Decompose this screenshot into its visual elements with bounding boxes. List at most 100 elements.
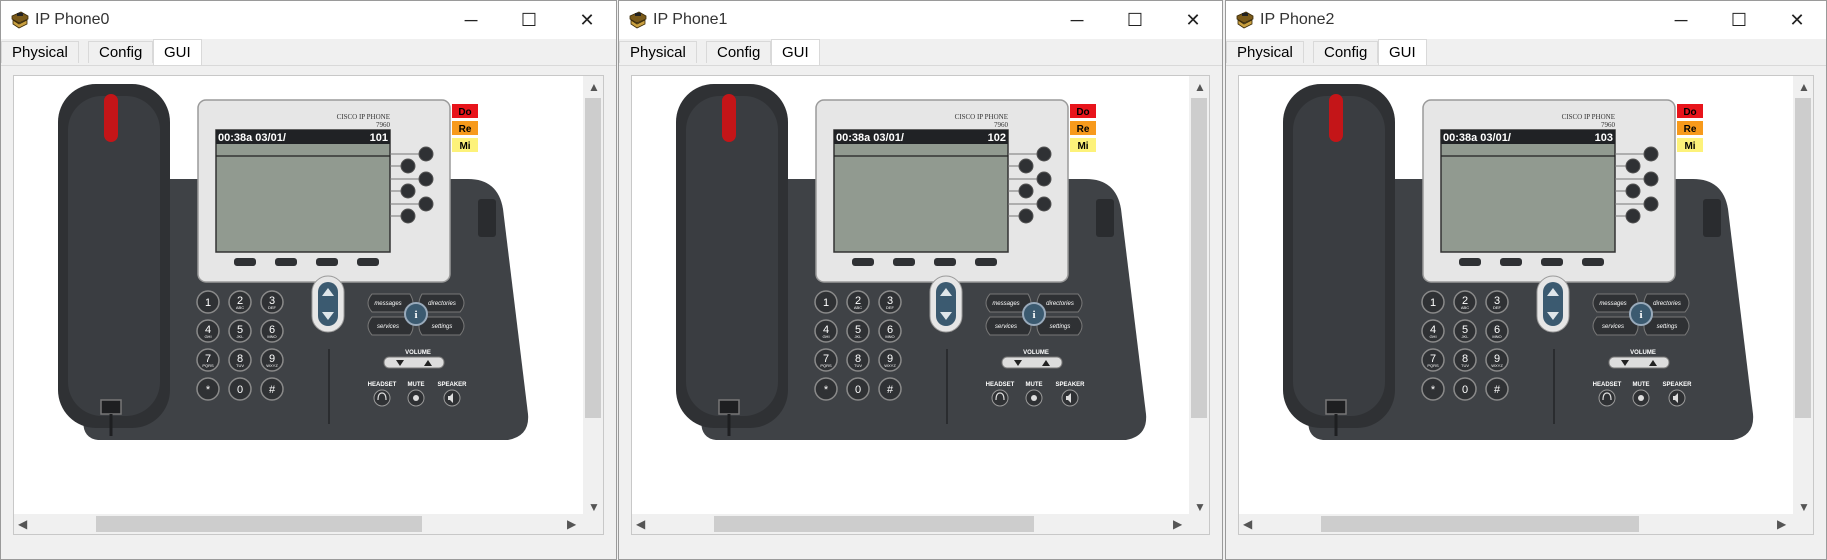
indicator-label: Do [458,107,471,118]
key-letters: MNO [267,334,276,339]
volume-label: VOLUME [405,350,431,356]
indicator-buttons[interactable]: Do Re Mi [1677,104,1703,152]
messages-button[interactable]: messages [374,301,401,307]
scroll-left-icon[interactable]: ◀ [636,517,645,531]
window-title: IP Phone1 [653,11,728,28]
indicator-buttons[interactable]: Do Re Mi [1070,104,1096,152]
scroll-up-icon[interactable]: ▲ [1194,80,1206,94]
directories-button[interactable]: directories [428,301,456,307]
lcd-time: 00:38a 03/01/ [1443,132,1511,144]
ip-phone: CISCO IP PHONE 7960 00:38a 03/01/ 101 Do… [58,84,529,440]
scroll-right-icon[interactable]: ▶ [1173,517,1182,531]
info-icon: i [414,309,417,321]
services-button[interactable]: services [377,324,399,330]
lcd-screen [833,129,1009,253]
tab-config[interactable]: Config [88,41,154,63]
tab-gui[interactable]: GUI [153,39,202,65]
gui-panel: CISCO IP PHONE 7960 00:38a 03/01/ 103 Do… [1238,75,1814,535]
lcd-screen [1440,129,1616,253]
horizontal-scroll-thumb[interactable] [96,516,422,532]
brand-label: CISCO IP PHONE [1562,113,1615,121]
key-letters: TUV [236,363,244,368]
close-button[interactable]: ✕ [558,1,616,39]
tab-gui[interactable]: GUI [1378,39,1427,65]
services-button[interactable]: services [1602,324,1624,330]
minimize-button[interactable]: ─ [442,1,500,39]
gui-panel: CISCO IP PHONE 7960 00:38a 03/01/ 101 Do… [13,75,604,535]
directories-button[interactable]: directories [1653,301,1681,307]
volume-label: VOLUME [1023,350,1049,356]
key-letters: MNO [885,334,894,339]
horizontal-scrollbar[interactable]: ◀ ▶ [632,514,1209,534]
indicator-buttons[interactable]: Do Re Mi [452,104,478,152]
scroll-up-icon[interactable]: ▲ [1798,80,1810,94]
vertical-scrollbar[interactable]: ▲ ▼ [583,76,603,514]
maximize-button[interactable]: ☐ [1710,1,1768,39]
nav-rocker[interactable] [929,275,963,333]
vertical-scroll-thumb[interactable] [1795,98,1811,418]
scroll-left-icon[interactable]: ◀ [1243,517,1252,531]
close-button[interactable]: ✕ [1768,1,1826,39]
tab-config[interactable]: Config [706,41,772,63]
scroll-left-icon[interactable]: ◀ [18,517,27,531]
scroll-down-icon[interactable]: ▼ [588,500,600,514]
vertical-scrollbar[interactable]: ▲ ▼ [1793,76,1813,514]
tab-strip: Physical Config GUI [1226,39,1826,66]
tab-physical[interactable]: Physical [1226,41,1304,63]
horizontal-scrollbar[interactable]: ◀ ▶ [14,514,603,534]
nav-rocker[interactable] [311,275,345,333]
directories-button[interactable]: directories [1046,301,1074,307]
scroll-right-icon[interactable]: ▶ [567,517,576,531]
vertical-scroll-thumb[interactable] [585,98,601,418]
ip-phone: CISCO IP PHONE 7960 00:38a 03/01/ 102 Do… [676,84,1147,440]
settings-button[interactable]: settings [432,324,453,330]
tab-physical[interactable]: Physical [1,41,79,63]
brand-label: CISCO IP PHONE [955,113,1008,121]
tab-config[interactable]: Config [1313,41,1379,63]
settings-button[interactable]: settings [1657,324,1678,330]
handset[interactable] [676,84,788,436]
horizontal-scroll-thumb[interactable] [714,516,1034,532]
handset[interactable] [58,84,170,436]
key-label: # [269,384,276,396]
volume-rocker[interactable] [1608,356,1670,369]
scroll-up-icon[interactable]: ▲ [588,80,600,94]
key-label: 0 [237,384,243,396]
scroll-down-icon[interactable]: ▼ [1194,500,1206,514]
key-label: 0 [1462,384,1468,396]
lcd-extension: 102 [988,132,1006,144]
lcd-time: 00:38a 03/01/ [218,132,286,144]
handset[interactable] [1283,84,1395,436]
scroll-down-icon[interactable]: ▼ [1798,500,1810,514]
key-letters: GHI [1429,334,1436,339]
horizontal-scrollbar[interactable]: ◀ ▶ [1239,514,1813,534]
minimize-button[interactable]: ─ [1048,1,1106,39]
maximize-button[interactable]: ☐ [1106,1,1164,39]
key-letters: ABC [236,305,244,310]
key-label: # [1494,384,1501,396]
messages-button[interactable]: messages [1599,301,1626,307]
indicator-label: Mi [459,141,470,152]
settings-button[interactable]: settings [1050,324,1071,330]
services-button[interactable]: services [995,324,1017,330]
minimize-button[interactable]: ─ [1652,1,1710,39]
key-label: 0 [855,384,861,396]
tab-strip: Physical Config GUI [619,39,1222,66]
volume-rocker[interactable] [1001,356,1063,369]
close-button[interactable]: ✕ [1164,1,1222,39]
key-letters: GHI [204,334,211,339]
tab-gui[interactable]: GUI [771,39,820,65]
key-label: 1 [205,297,211,309]
volume-rocker[interactable] [383,356,445,369]
nav-rocker[interactable] [1536,275,1570,333]
tab-physical[interactable]: Physical [619,41,697,63]
maximize-button[interactable]: ☐ [500,1,558,39]
horizontal-scroll-thumb[interactable] [1321,516,1639,532]
key-letters: PQRS [1427,363,1439,368]
vertical-scrollbar[interactable]: ▲ ▼ [1189,76,1209,514]
messages-button[interactable]: messages [992,301,1019,307]
key-letters: TUV [854,363,862,368]
side-clip [1703,199,1721,237]
vertical-scroll-thumb[interactable] [1191,98,1207,418]
scroll-right-icon[interactable]: ▶ [1777,517,1786,531]
